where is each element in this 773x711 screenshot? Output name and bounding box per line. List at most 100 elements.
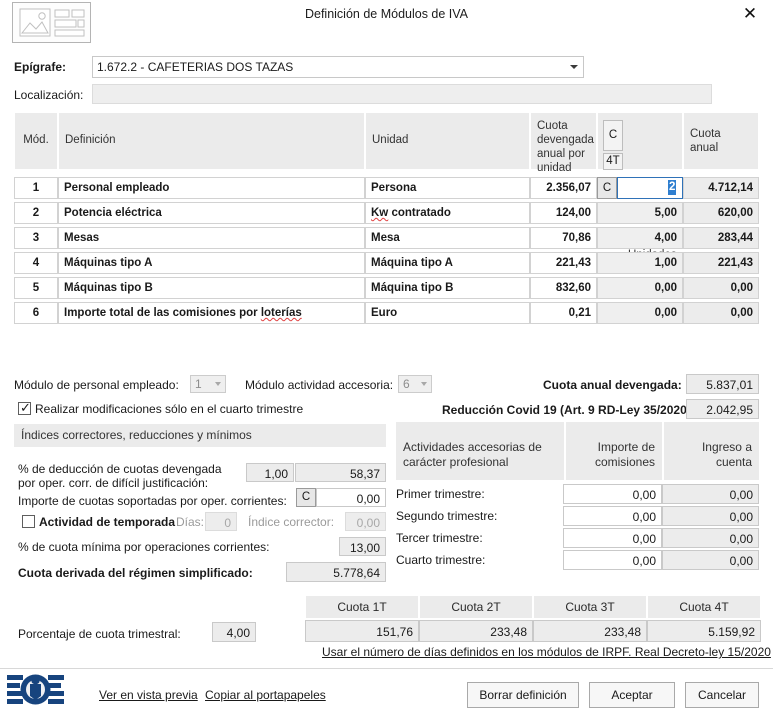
delete-definition-button[interactable]: Borrar definición	[467, 682, 579, 708]
cell-cuota-unidad[interactable]: 2.356,07	[530, 177, 597, 199]
indice-corrector-label: Índice corrector:	[248, 515, 335, 529]
dias-input[interactable]: 0	[205, 512, 237, 531]
fourt-toggle-header-button[interactable]: 4T	[603, 153, 623, 170]
quarter-col-header: Cuota 2T	[419, 595, 533, 619]
cuarto-trimestre-checkbox[interactable]: ✓	[18, 400, 31, 415]
cell-definicion[interactable]: Máquinas tipo A	[58, 252, 365, 274]
col-header-actividades: Actividades accesorias de carácter profe…	[396, 422, 564, 480]
col-header-importe: Importe de comisiones	[566, 422, 662, 480]
chevron-down-icon	[570, 65, 578, 69]
deduccion-label-line1: % de deducción de cuotas devengada	[18, 462, 222, 476]
close-icon[interactable]: ✕	[737, 2, 763, 26]
cell-definicion[interactable]: Importe total de las comisiones por lote…	[58, 302, 365, 324]
cell-definicion[interactable]: Mesas	[58, 227, 365, 249]
modulo-personal-value: 1	[195, 377, 202, 391]
quarter-importe-input[interactable]: 0,00	[563, 484, 662, 504]
cell-cuota-anual: 0,00	[683, 277, 759, 299]
cell-unidad[interactable]: Kw contratado	[365, 202, 530, 224]
cell-unidad[interactable]: Máquina tipo B	[365, 277, 530, 299]
soportadas-input[interactable]: 0,00	[316, 488, 386, 507]
epigrafe-label: Epígrafe:	[14, 60, 67, 74]
quarter-importe-input[interactable]: 0,00	[563, 506, 662, 526]
footer-divider	[0, 668, 773, 669]
modulo-personal-label: Módulo de personal empleado:	[14, 378, 179, 392]
quarter-cuota-value: 151,76	[305, 620, 419, 642]
modulo-accesoria-select[interactable]: 6	[398, 375, 432, 393]
boe-logo	[6, 672, 66, 706]
cell-definicion[interactable]: Máquinas tipo B	[58, 277, 365, 299]
cell-cuota-unidad[interactable]: 124,00	[530, 202, 597, 224]
cell-mod: 1	[14, 177, 58, 199]
cell-unidades[interactable]: 0,00	[597, 277, 683, 299]
note-link[interactable]: Usar el número de días definidos en los …	[322, 645, 771, 659]
cuota-anual-devengada-value: 5.837,01	[686, 374, 759, 394]
cell-mod: 6	[14, 302, 58, 324]
cell-cuota-anual: 620,00	[683, 202, 759, 224]
cell-unidad[interactable]: Euro	[365, 302, 530, 324]
quarter-col-header: Cuota 3T	[533, 595, 647, 619]
cuota-derivada-value: 5.778,64	[286, 562, 386, 582]
cell-definicion[interactable]: Potencia eléctrica	[58, 202, 365, 224]
porcentaje-trimestral-input[interactable]: 4,00	[212, 622, 256, 642]
dias-label: Días:	[176, 515, 205, 529]
cuota-minima-value: 13,00	[339, 537, 386, 556]
cell-cuota-anual: 4.712,14	[683, 177, 759, 199]
quarter-row-label: Segundo trimestre:	[396, 509, 498, 523]
temporada-checkbox[interactable]	[22, 515, 35, 528]
quarter-importe-input[interactable]: 0,00	[563, 528, 662, 548]
cell-cuota-anual: 283,44	[683, 227, 759, 249]
chevron-down-icon	[215, 382, 221, 386]
cell-cuota-unidad[interactable]: 0,21	[530, 302, 597, 324]
modulo-accesoria-label: Módulo actividad accesoria:	[245, 378, 394, 392]
soportadas-c-button[interactable]: C	[296, 488, 316, 507]
cell-definicion[interactable]: Personal empleado	[58, 177, 365, 199]
reduccion-covid-label: Reducción Covid 19 (Art. 9 RD-Ley 35/202…	[442, 403, 695, 417]
temporada-label: Actividad de temporada	[39, 515, 176, 529]
preview-link[interactable]: Ver en vista previa	[99, 688, 198, 702]
col-header-ingreso: Ingreso a cuenta	[664, 422, 759, 480]
accept-button[interactable]: Aceptar	[589, 682, 675, 708]
col-header-unidades-wrap: C 4T Unidades	[597, 112, 683, 261]
cell-unidad[interactable]: Mesa	[365, 227, 530, 249]
cell-cuota-unidad[interactable]: 70,86	[530, 227, 597, 249]
row-c-button[interactable]: C	[597, 177, 617, 199]
cell-cuota-anual: 0,00	[683, 302, 759, 324]
deduccion-pct-input[interactable]: 1,00	[246, 463, 294, 482]
cell-mod: 5	[14, 277, 58, 299]
quarter-cuota-value: 233,48	[419, 620, 533, 642]
cell-unidades[interactable]: 0,00	[597, 302, 683, 324]
reduccion-covid-value: 2.042,95	[686, 399, 759, 419]
col-header-unidad: Unidad	[365, 112, 530, 170]
cell-unidad[interactable]: Persona	[365, 177, 530, 199]
cell-unidades[interactable]: 5,00	[597, 202, 683, 224]
localizacion-input[interactable]	[92, 84, 712, 104]
quarter-col-header: Cuota 1T	[305, 595, 419, 619]
soportadas-label: Importe de cuotas soportadas por oper. c…	[18, 494, 287, 508]
cell-cuota-unidad[interactable]: 221,43	[530, 252, 597, 274]
modulo-accesoria-value: 6	[403, 377, 410, 391]
epigrafe-combo[interactable]: 1.672.2 - CAFETERIAS DOS TAZAS	[92, 56, 584, 78]
quarter-row-label: Primer trimestre:	[396, 487, 485, 501]
clipboard-link[interactable]: Copiar al portapapeles	[205, 688, 326, 702]
cell-unidades[interactable]: 1,00	[597, 252, 683, 274]
deduccion-label-line2: por oper. corr. de difícil justificación…	[18, 476, 209, 490]
cell-cuota-unidad[interactable]: 832,60	[530, 277, 597, 299]
cell-cuota-anual: 221,43	[683, 252, 759, 274]
c-toggle-header-button[interactable]: C	[603, 120, 623, 151]
cell-unidades-value: 2	[668, 180, 677, 195]
porcentaje-trimestral-label: Porcentaje de cuota trimestral:	[18, 627, 181, 641]
check-icon: ✓	[20, 400, 31, 415]
quarter-cuota-value: 5.159,92	[647, 620, 761, 642]
quarter-importe-input[interactable]: 0,00	[563, 550, 662, 570]
col-header-cuota-anual: Cuota anual	[683, 112, 759, 170]
modulo-personal-select[interactable]: 1	[190, 375, 226, 393]
indice-corrector-value: 0,00	[345, 512, 386, 531]
cell-unidades[interactable]: 4,00	[597, 227, 683, 249]
cell-unidad[interactable]: Máquina tipo A	[365, 252, 530, 274]
quarter-row-label: Tercer trimestre:	[396, 531, 483, 545]
cancel-button[interactable]: Cancelar	[685, 682, 759, 708]
quarter-ingreso-value: 0,00	[662, 506, 759, 526]
section-indices-header: Índices correctores, reducciones y mínim…	[14, 424, 386, 447]
quarter-ingreso-value: 0,00	[662, 528, 759, 548]
cell-mod: 3	[14, 227, 58, 249]
